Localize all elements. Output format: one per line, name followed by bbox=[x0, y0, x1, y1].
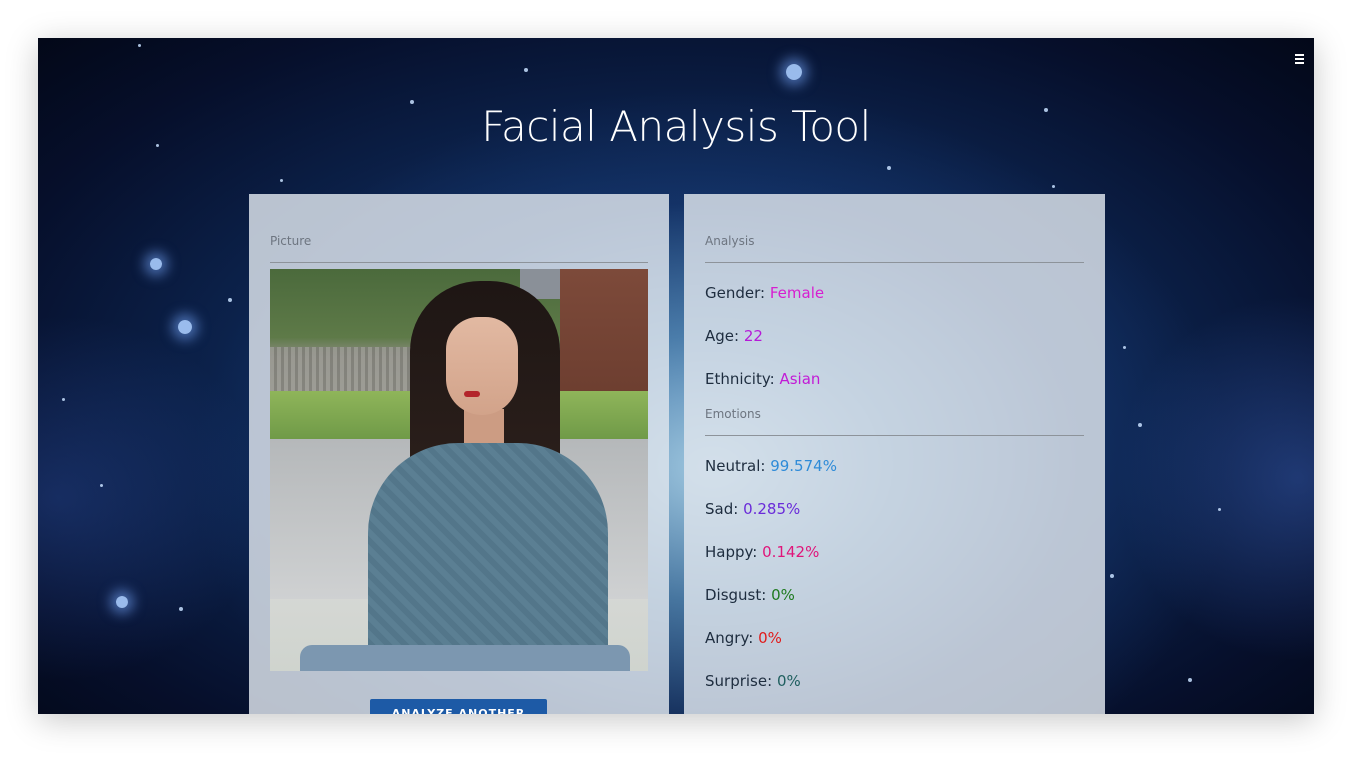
ethnicity-label: Ethnicity: bbox=[705, 370, 775, 388]
emotion-value: 0% bbox=[771, 586, 795, 604]
page-title: Facial Analysis Tool bbox=[481, 102, 871, 151]
app-frame: Facial Analysis Tool Picture ANALYZE ANO… bbox=[38, 38, 1314, 714]
emotion-value: 0.285% bbox=[743, 500, 801, 518]
emotions-heading: Emotions bbox=[705, 407, 1084, 436]
age-row: Age: 22 bbox=[705, 327, 1084, 348]
emotion-label: Surprise: bbox=[705, 672, 773, 690]
emotion-label: Sad: bbox=[705, 500, 739, 518]
attribute-list: Gender: Female Age: 22 Ethnicity: Asian bbox=[705, 284, 1084, 391]
gender-value: Female bbox=[769, 284, 825, 302]
ethnicity-row: Ethnicity: Asian bbox=[705, 370, 1084, 391]
uploaded-photo bbox=[270, 269, 648, 671]
emotion-value: 0.142% bbox=[762, 543, 820, 561]
emotion-value: 0% bbox=[776, 672, 801, 690]
age-value: 22 bbox=[743, 327, 763, 345]
ethnicity-value: Asian bbox=[779, 370, 821, 388]
emotion-list: Neutral: 99.574% Sad: 0.285% Happy: 0.14… bbox=[705, 457, 1084, 693]
gender-row: Gender: Female bbox=[705, 284, 1084, 305]
emotion-row-sad: Sad: 0.285% bbox=[705, 500, 1084, 521]
emotion-row-disgust: Disgust: 0% bbox=[705, 586, 1084, 607]
age-label: Age: bbox=[705, 327, 740, 345]
analyze-another-image-button[interactable]: ANALYZE ANOTHER IMAGE bbox=[370, 699, 547, 714]
gender-label: Gender: bbox=[705, 284, 766, 302]
emotion-row-neutral: Neutral: 99.574% bbox=[705, 457, 1084, 478]
emotion-row-angry: Angry: 0% bbox=[705, 629, 1084, 650]
analysis-panel: Analysis Gender: Female Age: 22 Ethnicit… bbox=[684, 194, 1105, 714]
emotion-label: Neutral: bbox=[705, 457, 766, 475]
picture-heading: Picture bbox=[270, 234, 648, 263]
picture-panel: Picture ANALYZE ANOTHER IMAGE bbox=[249, 194, 669, 714]
emotion-label: Angry: bbox=[705, 629, 754, 647]
emotion-label: Disgust: bbox=[705, 586, 767, 604]
emotion-row-surprise: Surprise: 0% bbox=[705, 672, 1084, 693]
hamburger-icon[interactable] bbox=[1292, 52, 1306, 66]
analysis-heading: Analysis bbox=[705, 234, 1084, 263]
emotion-label: Happy: bbox=[705, 543, 758, 561]
emotion-value: 99.574% bbox=[770, 457, 837, 475]
emotion-row-happy: Happy: 0.142% bbox=[705, 543, 1084, 564]
emotion-value: 0% bbox=[758, 629, 782, 647]
